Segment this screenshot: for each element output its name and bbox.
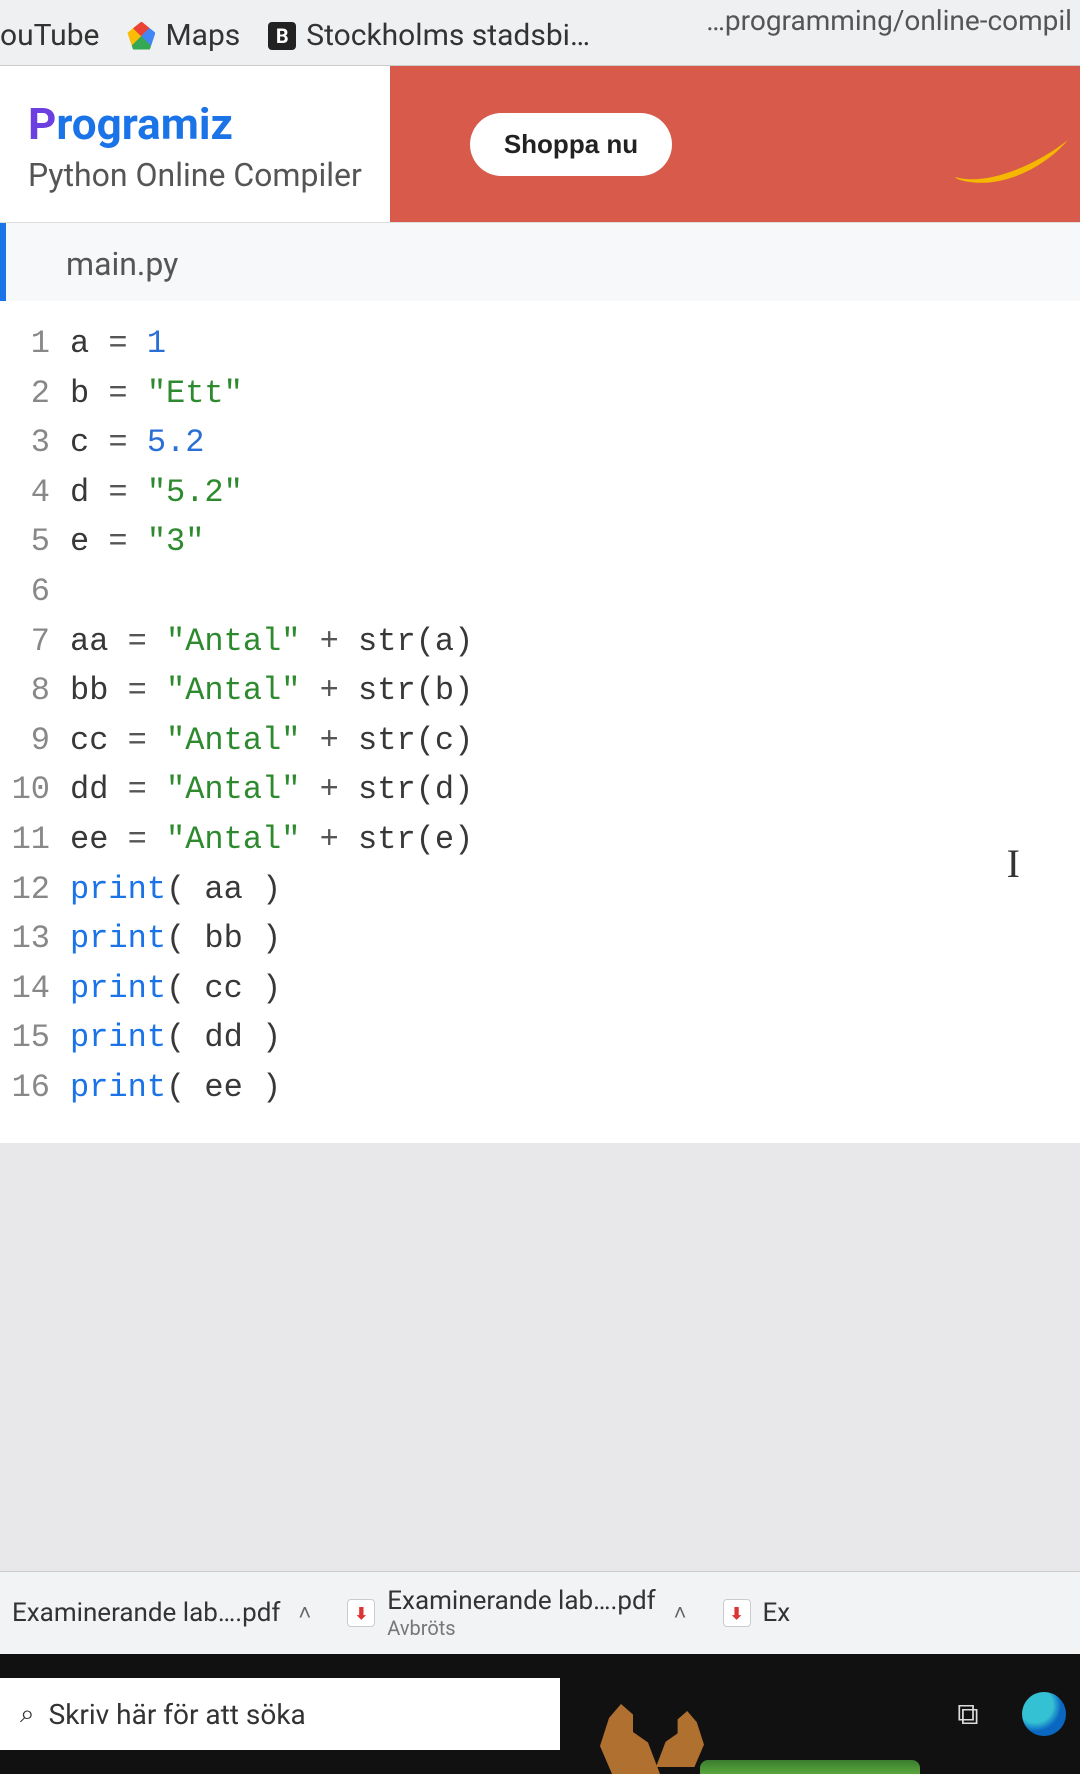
brand-p: P (28, 98, 56, 150)
code-content[interactable]: d = "5.2" (70, 468, 243, 518)
download-1-name: Examinerande lab….pdf (12, 1598, 280, 1628)
line-number: 3 (0, 418, 70, 468)
windows-taskbar: ⌕ Skriv här för att söka ⧉ (0, 1654, 1080, 1774)
line-number: 2 (0, 369, 70, 419)
line-number: 15 (0, 1013, 70, 1063)
code-line[interactable]: 7aa = "Antal" + str(a) (0, 617, 1080, 667)
ad-cta-button[interactable]: Shoppa nu (470, 113, 672, 176)
kangaroo-icon (600, 1704, 660, 1774)
brand-block: Programiz Python Online Compiler (0, 66, 390, 222)
nike-swoosh-icon (950, 132, 1070, 192)
code-line[interactable]: 10dd = "Antal" + str(d) (0, 765, 1080, 815)
downloads-shelf: Examinerande lab….pdf ˄ ⬇ Examinerande l… (0, 1571, 1080, 1654)
line-number: 6 (0, 567, 70, 617)
bookmark-maps[interactable]: Maps (127, 18, 240, 53)
download-2-name: Examinerande lab….pdf (387, 1586, 655, 1616)
url-fragment: …programming/online-compil (698, 0, 1080, 41)
code-content[interactable]: e = "3" (70, 517, 204, 567)
code-content[interactable]: c = 5.2 (70, 418, 204, 468)
code-content[interactable]: print( dd ) (70, 1013, 281, 1063)
bookmark-youtube-label: ouTube (0, 18, 99, 53)
pdf-icon: ⬇ (723, 1599, 751, 1627)
maps-icon (127, 22, 155, 50)
brand-logo[interactable]: Programiz (28, 98, 362, 150)
page-subtitle: Python Online Compiler (28, 156, 362, 194)
code-content[interactable]: ee = "Antal" + str(e) (70, 815, 473, 865)
download-2-status: Avbröts (387, 1616, 655, 1640)
code-content[interactable]: a = 1 (70, 319, 166, 369)
kangaroo-icon (656, 1711, 704, 1767)
download-item-2[interactable]: ⬇ Examinerande lab….pdf Avbröts ˄ (347, 1586, 692, 1640)
code-editor[interactable]: 1a = 12b = "Ett"3c = 5.24d = "5.2"5e = "… (0, 301, 1080, 1143)
bookmark-maps-label: Maps (165, 18, 240, 53)
line-number: 13 (0, 914, 70, 964)
bookmark-stockholm[interactable]: B Stockholms stadsbi… (268, 18, 590, 53)
code-line[interactable]: 14print( cc ) (0, 964, 1080, 1014)
code-content[interactable]: cc = "Antal" + str(c) (70, 716, 473, 766)
line-number: 5 (0, 517, 70, 567)
grass-icon (700, 1760, 920, 1774)
brand-rest: rogramiz (56, 98, 233, 150)
task-view-icon[interactable]: ⧉ (944, 1690, 992, 1738)
code-content[interactable]: bb = "Antal" + str(b) (70, 666, 473, 716)
chevron-up-icon[interactable]: ˄ (668, 1600, 693, 1626)
line-number: 16 (0, 1063, 70, 1113)
pdf-icon: ⬇ (347, 1599, 375, 1627)
edge-browser-icon[interactable] (1020, 1690, 1068, 1738)
code-line[interactable]: 16print( ee ) (0, 1063, 1080, 1113)
taskbar-icons: ⧉ (920, 1690, 1080, 1738)
code-line[interactable]: 1a = 1 (0, 319, 1080, 369)
code-line[interactable]: 9cc = "Antal" + str(c) (0, 716, 1080, 766)
code-line[interactable]: 13print( bb ) (0, 914, 1080, 964)
taskbar-search-placeholder: Skriv här för att söka (49, 1698, 306, 1731)
page-header: Programiz Python Online Compiler Shoppa … (0, 66, 1080, 223)
code-line[interactable]: 2b = "Ett" (0, 369, 1080, 419)
code-line[interactable]: 5e = "3" (0, 517, 1080, 567)
code-content[interactable]: b = "Ett" (70, 369, 243, 419)
line-number: 1 (0, 319, 70, 369)
code-line[interactable]: 4d = "5.2" (0, 468, 1080, 518)
line-number: 12 (0, 865, 70, 915)
code-content[interactable]: aa = "Antal" + str(a) (70, 617, 473, 667)
bookmark-youtube[interactable]: ouTube (0, 18, 99, 53)
code-content[interactable]: print( bb ) (70, 914, 281, 964)
code-content[interactable]: print( cc ) (70, 964, 281, 1014)
bookmark-stockholm-label: Stockholms stadsbi… (306, 18, 590, 53)
file-tab[interactable]: main.py (0, 223, 1080, 301)
code-line[interactable]: 6 (0, 567, 1080, 617)
line-number: 10 (0, 765, 70, 815)
taskbar-search[interactable]: ⌕ Skriv här för att söka (0, 1678, 560, 1750)
line-number: 9 (0, 716, 70, 766)
download-item-1[interactable]: Examinerande lab….pdf ˄ (12, 1598, 317, 1628)
line-number: 4 (0, 468, 70, 518)
code-line[interactable]: 12print( aa ) (0, 865, 1080, 915)
line-number: 11 (0, 815, 70, 865)
text-cursor-icon: I (1007, 840, 1020, 887)
line-number: 8 (0, 666, 70, 716)
code-content[interactable]: dd = "Antal" + str(d) (70, 765, 473, 815)
code-line[interactable]: 3c = 5.2 (0, 418, 1080, 468)
search-icon: ⌕ (20, 1699, 35, 1730)
file-tab-label: main.py (66, 245, 178, 283)
code-line[interactable]: 15print( dd ) (0, 1013, 1080, 1063)
code-content[interactable]: print( ee ) (70, 1063, 281, 1113)
chevron-up-icon[interactable]: ˄ (292, 1600, 317, 1626)
code-line[interactable]: 11ee = "Antal" + str(e) (0, 815, 1080, 865)
download-item-3[interactable]: ⬇ Ex (723, 1598, 791, 1628)
library-icon: B (268, 22, 296, 50)
line-number: 14 (0, 964, 70, 1014)
ad-banner[interactable]: Shoppa nu (390, 66, 1080, 222)
taskbar-decoration (560, 1654, 920, 1774)
code-line[interactable]: 8bb = "Antal" + str(b) (0, 666, 1080, 716)
line-number: 7 (0, 617, 70, 667)
download-3-name: Ex (763, 1598, 791, 1628)
code-content[interactable]: print( aa ) (70, 865, 281, 915)
